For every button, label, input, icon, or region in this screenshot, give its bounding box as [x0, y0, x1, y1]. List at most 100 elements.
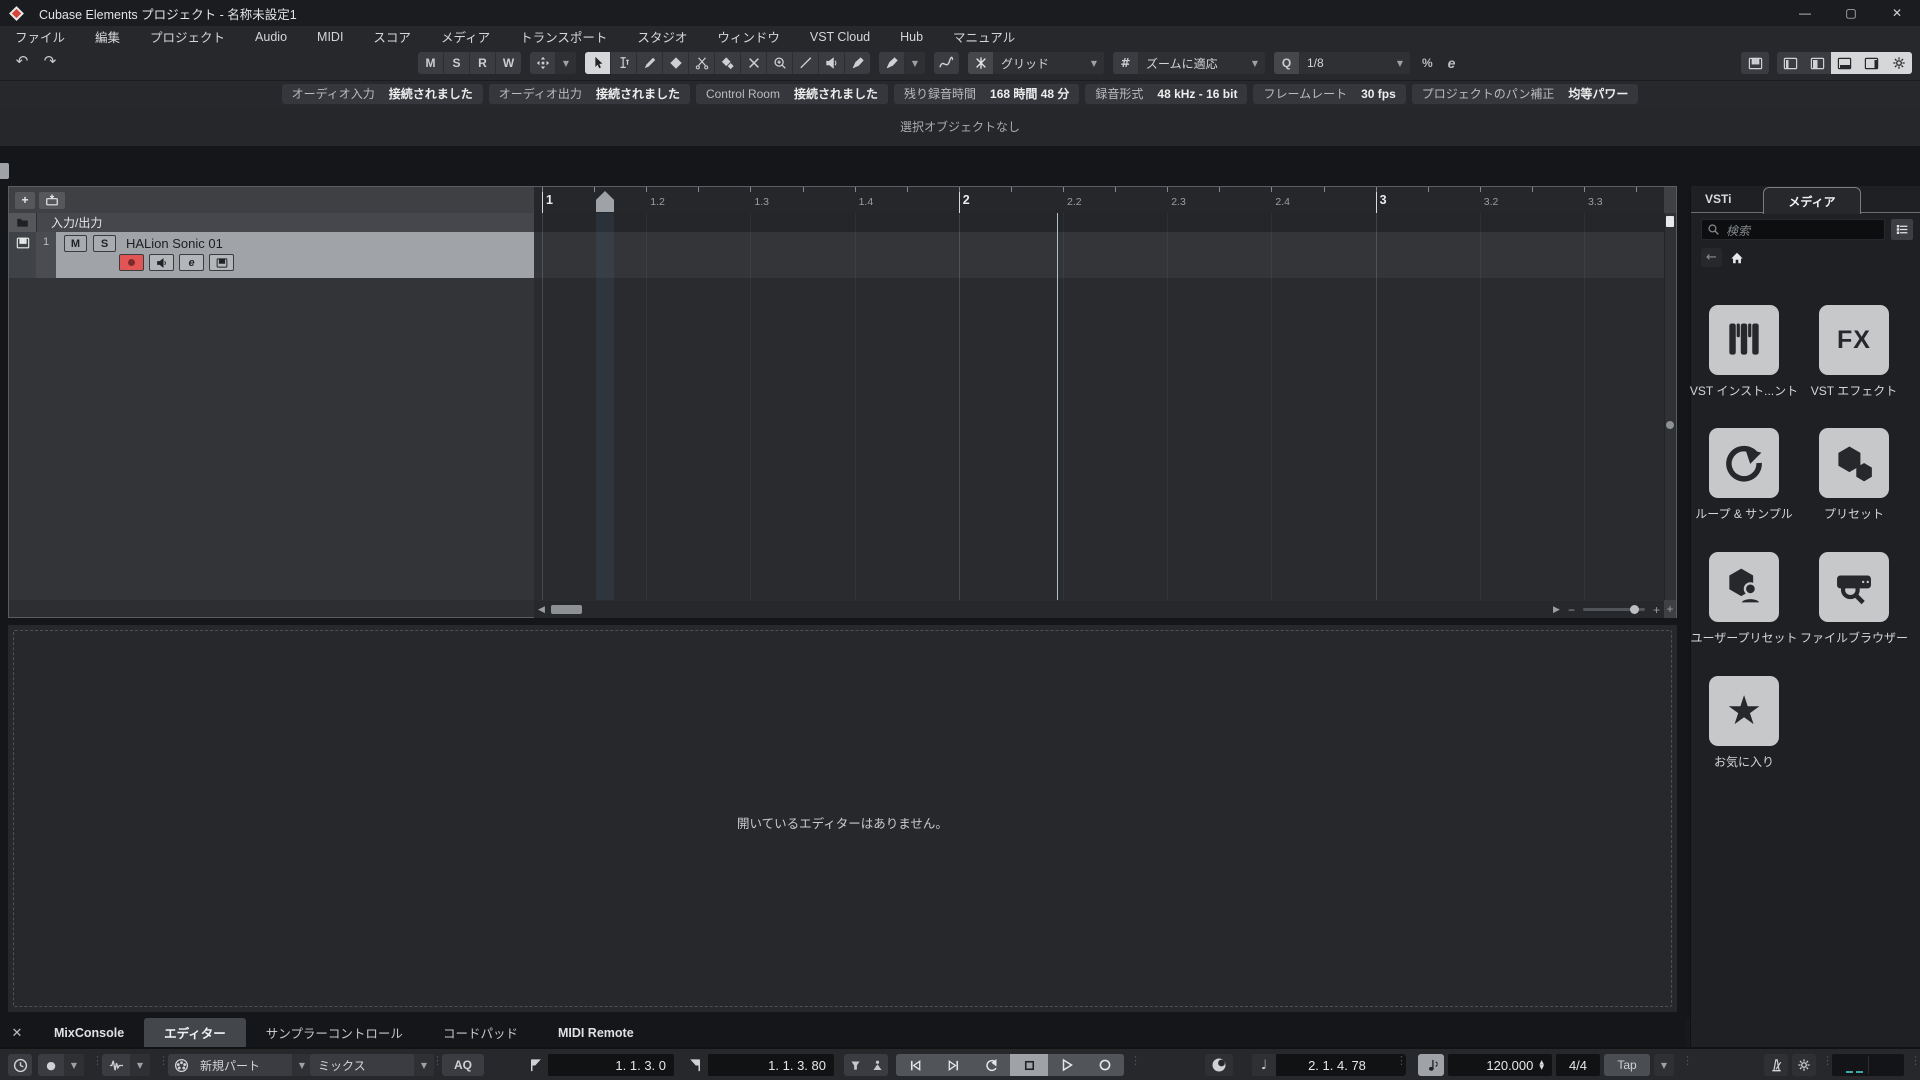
- audio-record-mode-dropdown[interactable]: ▼: [130, 1054, 150, 1076]
- automation-read-button[interactable]: R: [470, 52, 496, 74]
- menu-item-media[interactable]: メディア: [426, 26, 505, 47]
- left-zone-handle[interactable]: [0, 163, 9, 179]
- instrument-track-row[interactable]: 1 M S HALion Sonic 01 e: [9, 232, 534, 278]
- quantize-q-button[interactable]: Q: [1274, 52, 1300, 74]
- crescent-icon-button[interactable]: [1205, 1054, 1233, 1076]
- menu-item-hub[interactable]: Hub: [885, 26, 938, 47]
- color-menu-dropdown[interactable]: ▼: [905, 52, 925, 74]
- tab-midi-remote[interactable]: MIDI Remote: [538, 1018, 654, 1047]
- tool-erase-button[interactable]: [663, 52, 689, 74]
- midi-insert-mode-dropdown[interactable]: 新規パート: [194, 1054, 292, 1076]
- tool-draw-button[interactable]: [637, 52, 663, 74]
- menu-item-vst-cloud[interactable]: VST Cloud: [795, 26, 885, 47]
- automation-follows-events-button[interactable]: [934, 52, 959, 74]
- auto-quantize-button[interactable]: AQ: [442, 1054, 484, 1076]
- add-track-button[interactable]: +: [15, 191, 35, 209]
- track-mute-button[interactable]: M: [64, 235, 87, 252]
- lower-zone-button[interactable]: [1831, 52, 1858, 74]
- play-button[interactable]: [1048, 1054, 1086, 1076]
- metronome-button[interactable]: [1764, 1054, 1788, 1076]
- media-tile-favorites[interactable]: ★: [1709, 676, 1779, 746]
- tool-select-button[interactable]: [585, 52, 611, 74]
- home-button[interactable]: [1728, 248, 1746, 267]
- left-zone-button[interactable]: [1777, 52, 1804, 74]
- onscreen-keyboard-button[interactable]: [1741, 52, 1769, 74]
- horizontal-scroll-thumb[interactable]: [551, 605, 582, 614]
- setup-window-layout-button[interactable]: [1885, 52, 1912, 74]
- vertical-zoom-in-button[interactable]: +: [1664, 600, 1676, 618]
- inspector-zone-button[interactable]: [1804, 52, 1831, 74]
- transport-clock-button[interactable]: [8, 1054, 32, 1076]
- search-input[interactable]: [1724, 220, 1883, 241]
- media-tile-file-browser[interactable]: [1819, 552, 1889, 622]
- event-display[interactable]: [534, 213, 1664, 600]
- tool-line-button[interactable]: [793, 52, 819, 74]
- close-lower-zone-icon[interactable]: ✕: [0, 1025, 34, 1041]
- performance-meter[interactable]: [1832, 1054, 1904, 1076]
- menu-item-transport[interactable]: トランスポート: [505, 26, 622, 47]
- tab-mixconsole[interactable]: MixConsole: [34, 1018, 144, 1047]
- menu-item-project[interactable]: プロジェクト: [135, 26, 240, 47]
- global-mute-button[interactable]: M: [418, 52, 444, 74]
- menu-item-manual[interactable]: マニュアル: [938, 26, 1030, 47]
- quantize-panel-button[interactable]: e: [1445, 55, 1459, 71]
- zoom-in-button[interactable]: +: [1649, 603, 1664, 617]
- undo-button[interactable]: ↶: [12, 52, 32, 70]
- scroll-left-button[interactable]: ◀: [534, 605, 549, 615]
- redo-button[interactable]: ↷: [40, 52, 60, 70]
- tab-editor[interactable]: エディター: [144, 1018, 246, 1047]
- tool-range-button[interactable]: [611, 52, 637, 74]
- global-solo-button[interactable]: S: [444, 52, 470, 74]
- tab-vsti[interactable]: VSTi: [1705, 192, 1731, 206]
- tab-media[interactable]: メディア: [1763, 187, 1861, 214]
- metronome-settings-button[interactable]: [1792, 1054, 1816, 1076]
- folder-icon[interactable]: [9, 213, 37, 232]
- record-button[interactable]: [1086, 1054, 1124, 1076]
- quantize-preset-dropdown[interactable]: 1/8 ▼: [1300, 52, 1410, 74]
- iterative-quantize-button[interactable]: %: [1419, 56, 1436, 70]
- io-folder-track-row[interactable]: 入力/出力: [9, 213, 534, 232]
- tool-glue-button[interactable]: [715, 52, 741, 74]
- scroll-right-button[interactable]: ▶: [1549, 605, 1564, 615]
- media-tile-vst-instruments[interactable]: [1709, 305, 1779, 375]
- tool-mute-button[interactable]: [741, 52, 767, 74]
- use-track-preset-button[interactable]: [39, 191, 65, 209]
- goto-next-marker-button[interactable]: [934, 1054, 972, 1076]
- snap-type-dropdown[interactable]: グリッド ▼: [994, 52, 1104, 74]
- timeline-ruler[interactable]: 1 1.2 1.3 1.4 2 2.2 2.3 2.4 3 3.2 3.3: [534, 187, 1664, 214]
- media-tile-loops-samples[interactable]: [1709, 428, 1779, 498]
- snap-button[interactable]: [968, 52, 994, 74]
- grid-type-dropdown[interactable]: ズームに適応 ▼: [1139, 52, 1265, 74]
- open-instrument-button[interactable]: [209, 254, 234, 271]
- monitor-button[interactable]: [149, 254, 174, 271]
- left-locator-display[interactable]: 1. 1. 3. 0: [548, 1054, 674, 1076]
- vertical-scrollbar[interactable]: [1664, 213, 1676, 600]
- maximize-button[interactable]: ▢: [1828, 0, 1874, 26]
- tool-play-button[interactable]: [819, 52, 845, 74]
- midi-record-mode-dropdown[interactable]: ミックス: [310, 1054, 414, 1076]
- vertical-scroll-thumb[interactable]: [1666, 216, 1674, 227]
- menu-item-studio[interactable]: スタジオ: [622, 26, 702, 47]
- cycle-region-marker[interactable]: [596, 191, 614, 212]
- punch-out-button[interactable]: [866, 1054, 888, 1076]
- back-button[interactable]: ←: [1701, 248, 1722, 267]
- list-view-button[interactable]: [1891, 219, 1913, 240]
- goto-previous-marker-button[interactable]: [896, 1054, 934, 1076]
- minimize-button[interactable]: —: [1782, 0, 1828, 26]
- stop-button[interactable]: [1010, 1054, 1048, 1076]
- tool-zoom-button[interactable]: [767, 52, 793, 74]
- zoom-out-button[interactable]: −: [1564, 603, 1579, 617]
- tool-color-button[interactable]: [845, 52, 870, 74]
- punch-in-button[interactable]: [844, 1054, 866, 1076]
- media-tile-user-presets[interactable]: [1709, 552, 1779, 622]
- tap-tempo-button[interactable]: Tap: [1604, 1054, 1650, 1076]
- record-mode-dropdown[interactable]: ▼: [64, 1054, 84, 1076]
- cycle-button[interactable]: [972, 1054, 1010, 1076]
- tempo-display[interactable]: 120.000 ▲ ▼: [1448, 1054, 1552, 1076]
- edit-channel-button[interactable]: e: [179, 254, 204, 271]
- midi-mode-dropdown-arrow[interactable]: ▼: [414, 1054, 434, 1076]
- media-tile-vst-effects[interactable]: FX: [1819, 305, 1889, 375]
- menu-item-file[interactable]: ファイル: [0, 26, 80, 47]
- horizontal-zoom-slider[interactable]: [1583, 605, 1645, 614]
- zoom-slider-handle[interactable]: [1630, 605, 1639, 614]
